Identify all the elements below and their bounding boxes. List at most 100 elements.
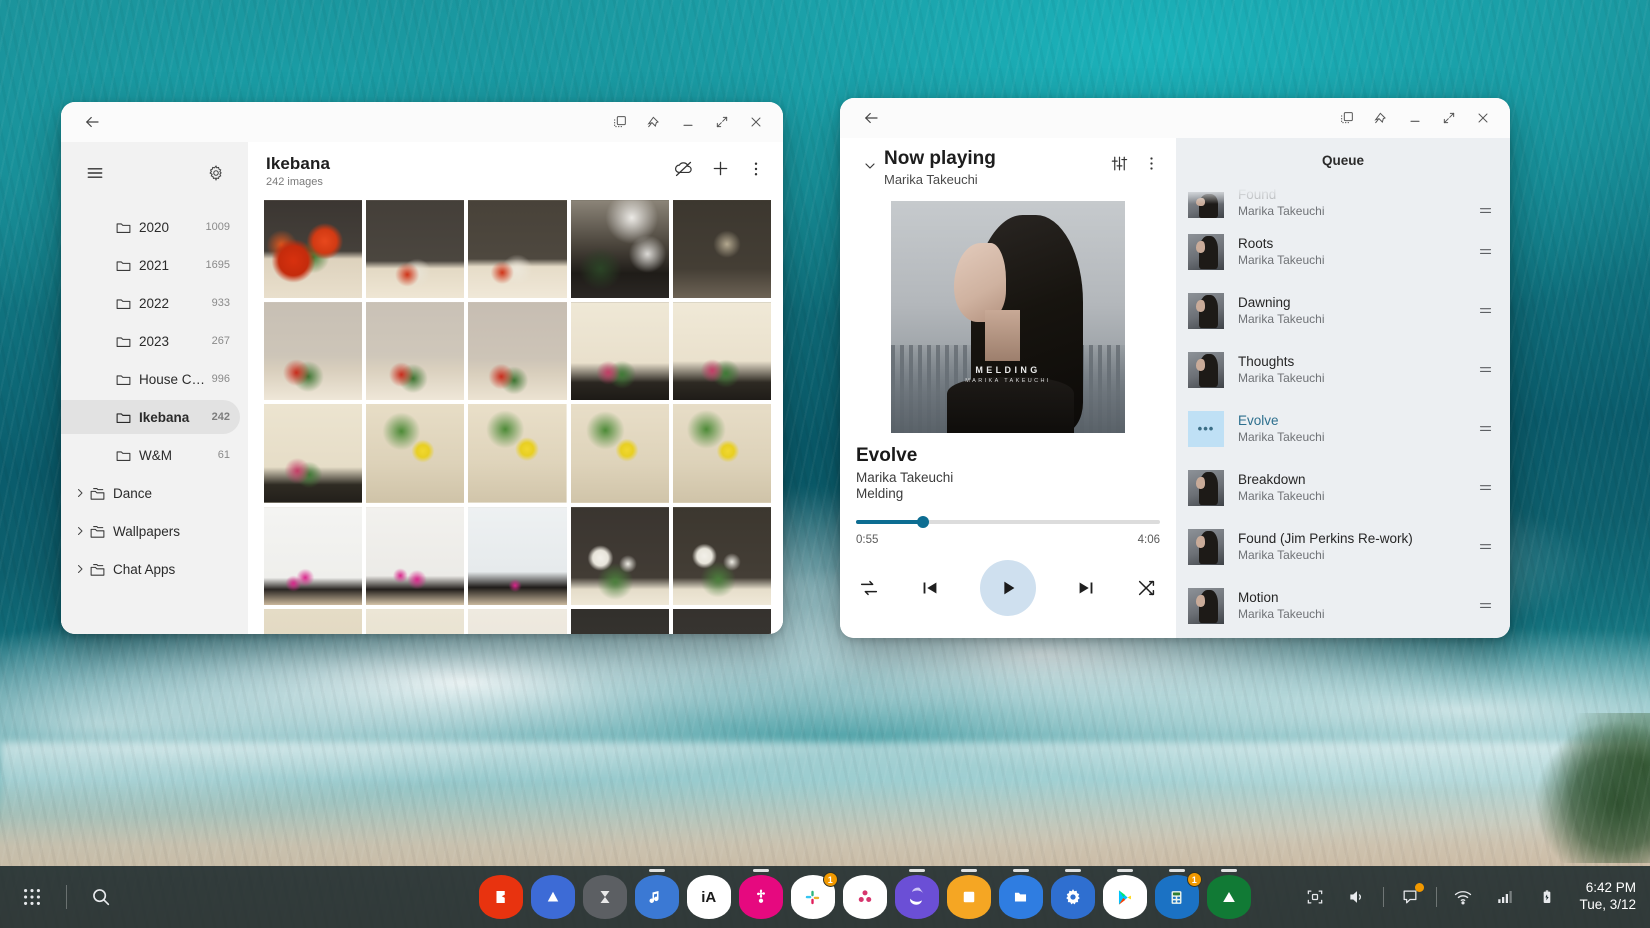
split-view-icon[interactable]: [605, 108, 635, 136]
photo-thumbnail[interactable]: [468, 200, 567, 299]
skip-previous-icon[interactable]: [919, 577, 941, 599]
app-slack[interactable]: 1: [790, 872, 838, 919]
drag-handle-icon[interactable]: [1474, 244, 1496, 259]
photo-thumbnail[interactable]: [468, 608, 567, 634]
more-vertical-icon[interactable]: [747, 160, 765, 183]
system-tray[interactable]: 6:42 PM Tue, 3/12: [1299, 880, 1650, 914]
seek-slider[interactable]: [856, 515, 1160, 529]
volume-icon[interactable]: [1341, 881, 1373, 913]
clock[interactable]: 6:42 PM Tue, 3/12: [1573, 880, 1636, 914]
gear-icon[interactable]: [204, 161, 228, 185]
cloud-off-icon[interactable]: [673, 158, 694, 184]
folder-item-expandable[interactable]: Chat Apps: [61, 552, 240, 586]
screen-capture-icon[interactable]: [1299, 881, 1331, 913]
photo-thumbnail[interactable]: [570, 404, 669, 503]
apps-grid-icon[interactable]: [10, 875, 54, 919]
split-view-icon[interactable]: [1332, 104, 1362, 132]
app-gray-hourglass[interactable]: [582, 875, 627, 919]
app-red-document[interactable]: [478, 875, 523, 919]
equalizer-icon[interactable]: [1110, 154, 1129, 178]
battery-charging-icon[interactable]: [1531, 881, 1563, 913]
photo-thumbnail[interactable]: [366, 404, 465, 503]
folder-item[interactable]: W&M 61: [61, 438, 240, 472]
photo-thumbnail[interactable]: [672, 200, 772, 299]
queue-item[interactable]: Dawning Marika Takeuchi: [1176, 281, 1510, 340]
app-play-store[interactable]: [1102, 869, 1147, 919]
gallery-window[interactable]: 2020 1009 2021 1695 2022 933 2023 267 Ho…: [61, 102, 783, 634]
folder-item-expandable[interactable]: Wallpapers: [61, 514, 240, 548]
photo-thumbnail[interactable]: [672, 506, 772, 605]
app-pink-asterisk[interactable]: [738, 869, 783, 919]
app-blue-drive[interactable]: [530, 875, 575, 919]
pin-icon[interactable]: [639, 108, 669, 136]
app-calculator[interactable]: 1: [1154, 869, 1202, 919]
chevron-right-icon[interactable]: [71, 487, 89, 499]
maximize-icon[interactable]: [707, 108, 737, 136]
seek-knob[interactable]: [916, 516, 929, 528]
photo-thumbnail[interactable]: [570, 506, 669, 605]
app-pink-dots[interactable]: [842, 875, 887, 919]
photo-thumbnail[interactable]: [468, 404, 567, 503]
app-blue-music[interactable]: [634, 869, 679, 919]
photo-thumbnail[interactable]: [264, 302, 363, 401]
close-icon[interactable]: [741, 108, 771, 136]
photo-thumbnail[interactable]: [366, 608, 465, 634]
play-button[interactable]: [980, 560, 1036, 616]
wifi-icon[interactable]: [1447, 881, 1479, 913]
queue-item-current[interactable]: ••• Evolve Marika Takeuchi: [1176, 399, 1510, 458]
photo-thumbnail[interactable]: [264, 404, 363, 503]
photo-thumbnail[interactable]: [672, 404, 772, 503]
music-titlebar[interactable]: [840, 98, 1510, 138]
taskbar-apps[interactable]: iA 1 1: [430, 869, 1299, 919]
photo-thumbnail[interactable]: [264, 506, 363, 605]
queue-item[interactable]: Breakdown Marika Takeuchi: [1176, 458, 1510, 517]
folder-item[interactable]: 2020 1009: [61, 210, 240, 244]
folder-tree[interactable]: 2020 1009 2021 1695 2022 933 2023 267 Ho…: [61, 196, 248, 634]
photo-thumbnail[interactable]: [366, 302, 465, 401]
maximize-icon[interactable]: [1434, 104, 1464, 132]
notification-icon[interactable]: [1394, 881, 1426, 913]
photo-thumbnail[interactable]: [264, 608, 363, 634]
photo-thumbnail[interactable]: [570, 200, 669, 299]
photo-thumbnail[interactable]: [672, 608, 772, 634]
cellular-icon[interactable]: [1489, 881, 1521, 913]
folder-item[interactable]: 2023 267: [61, 324, 240, 358]
app-blue-files[interactable]: [998, 869, 1043, 919]
app-purple-moon[interactable]: [894, 869, 939, 919]
chevron-right-icon[interactable]: [71, 525, 89, 537]
drag-handle-icon[interactable]: [1474, 480, 1496, 495]
drag-handle-icon[interactable]: [1474, 421, 1496, 436]
folder-item-ikebana[interactable]: Ikebana 242: [61, 400, 240, 434]
app-ia-writer[interactable]: iA: [686, 875, 731, 919]
photo-thumbnail[interactable]: [468, 506, 567, 605]
music-player-window[interactable]: Now playing Marika Takeuchi MELDING MARI…: [840, 98, 1510, 638]
queue-panel[interactable]: Queue Found Marika Takeuchi Roots Marika…: [1176, 138, 1510, 638]
drag-handle-icon[interactable]: [1474, 203, 1496, 218]
queue-item[interactable]: Found Marika Takeuchi: [1176, 182, 1510, 222]
queue-item[interactable]: Roots Marika Takeuchi: [1176, 222, 1510, 281]
drag-handle-icon[interactable]: [1474, 539, 1496, 554]
photo-thumbnail[interactable]: [468, 302, 567, 401]
photo-thumbnail[interactable]: [264, 200, 363, 299]
more-vertical-icon[interactable]: [1143, 155, 1160, 177]
app-green-mountain[interactable]: [1206, 869, 1251, 919]
minimize-icon[interactable]: [673, 108, 703, 136]
photo-thumbnail[interactable]: [570, 608, 669, 634]
chevron-right-icon[interactable]: [71, 563, 89, 575]
skip-next-icon[interactable]: [1075, 577, 1097, 599]
folder-item[interactable]: House Con… 996: [61, 362, 240, 396]
hamburger-icon[interactable]: [83, 161, 107, 185]
drag-handle-icon[interactable]: [1474, 303, 1496, 318]
back-arrow-icon[interactable]: [77, 108, 107, 136]
queue-list[interactable]: Found Marika Takeuchi Roots Marika Takeu…: [1176, 182, 1510, 638]
playback-controls[interactable]: [856, 560, 1160, 616]
photo-thumbnail[interactable]: [366, 506, 465, 605]
close-icon[interactable]: [1468, 104, 1498, 132]
shuffle-icon[interactable]: [1136, 577, 1158, 599]
repeat-icon[interactable]: [858, 577, 880, 599]
photo-thumbnail[interactable]: [570, 302, 669, 401]
queue-item[interactable]: Motion Marika Takeuchi: [1176, 576, 1510, 635]
folder-item[interactable]: 2021 1695: [61, 248, 240, 282]
queue-item[interactable]: Found (Jim Perkins Re-work) Marika Takeu…: [1176, 517, 1510, 576]
photo-thumbnail[interactable]: [366, 200, 465, 299]
